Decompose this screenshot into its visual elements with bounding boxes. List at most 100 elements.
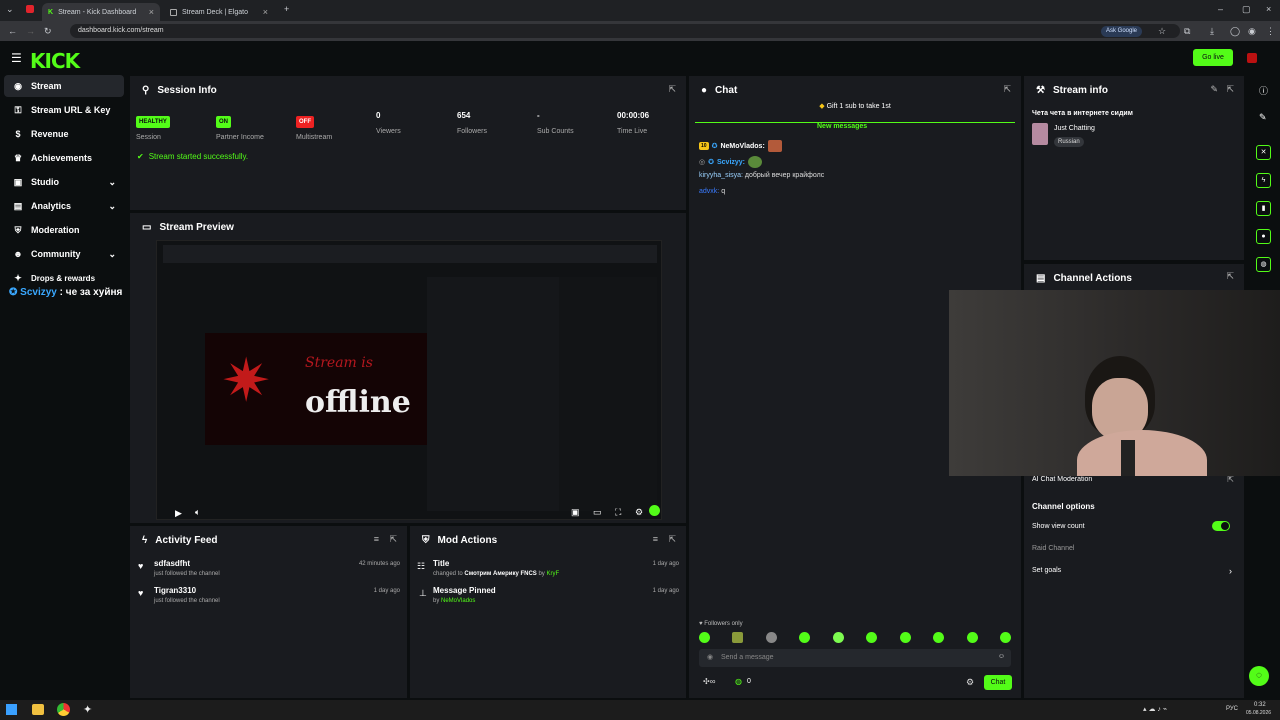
popout-icon[interactable]: ⇱ (668, 84, 676, 95)
tool-broadcast-icon[interactable]: ◍ (1256, 257, 1271, 272)
downloads-icon[interactable]: ⤓ (1210, 26, 1214, 37)
heart-icon: ♥ (138, 561, 144, 571)
tab-search-icon[interactable]: ⌄ (6, 4, 14, 15)
sidebar-item-stream[interactable]: ◉ Stream (4, 75, 124, 97)
popout-icon[interactable]: ⇱ (668, 534, 676, 545)
clock-date[interactable]: 05.08.2026 (1246, 710, 1271, 716)
category-label[interactable]: Just Chatting (1054, 125, 1095, 132)
tab-kick-dashboard[interactable]: K Stream - Kick Dashboard × (42, 3, 160, 21)
popout-icon[interactable]: ⇱ (1227, 475, 1234, 484)
stat-session: HEALTHY Session (136, 110, 170, 141)
emote-icon[interactable] (832, 632, 844, 643)
clock-time[interactable]: 0:32 (1254, 702, 1266, 708)
new-tab-icon[interactable]: + (284, 4, 289, 14)
sidebar-item-analytics[interactable]: ▤ Analytics ⌄ (4, 195, 124, 217)
edit-pencil-icon[interactable]: ✎ (1210, 84, 1218, 95)
raid-channel-button[interactable]: Raid Channel (1032, 545, 1074, 552)
bookmark-star-icon[interactable]: ☆ (1158, 26, 1166, 37)
gift-sub-banner[interactable]: ◆ Gift 1 sub to take 1st (689, 102, 1021, 110)
profile-icon[interactable]: ◯ (1230, 26, 1240, 37)
user-avatar[interactable] (1247, 53, 1257, 63)
address-bar[interactable]: dashboard.kick.com/stream (70, 24, 1180, 38)
hamburger-menu-icon[interactable]: ☰ (11, 51, 22, 65)
file-explorer-icon[interactable] (32, 704, 44, 715)
stat-partner-income: ON Partner Income (216, 110, 264, 141)
sidebar-item-drops-rewards[interactable]: ✦ Drops & rewards (4, 267, 124, 289)
show-view-count-toggle[interactable] (1212, 521, 1230, 531)
chat-input[interactable]: ◉ Send a message ☺ (699, 649, 1011, 667)
tool-document-icon[interactable]: ▮ (1256, 201, 1271, 216)
emote-icon[interactable] (966, 632, 978, 643)
account-icon[interactable]: ◉ (1248, 26, 1256, 37)
popout-icon[interactable]: ⇱ (1226, 84, 1234, 95)
popout-icon[interactable]: ⇱ (1226, 271, 1234, 282)
emote-icon[interactable] (999, 632, 1011, 643)
sidebar-item-revenue[interactable]: $ Revenue (4, 123, 124, 145)
tray-icons[interactable]: ▴ ☁ ♪ ⌁ (1143, 705, 1167, 713)
chat-send-button[interactable]: Chat (984, 675, 1012, 690)
tool-chat-icon[interactable]: ● (1256, 229, 1271, 244)
shield-icon: ⛨ (422, 535, 430, 546)
new-messages-label: New messages (809, 123, 876, 130)
play-icon[interactable]: ▶ (175, 508, 182, 519)
reload-icon[interactable]: ↻ (44, 26, 52, 37)
help-chat-icon[interactable]: ◌ (1249, 666, 1269, 686)
close-tab-icon[interactable]: × (263, 7, 268, 17)
elgato-favicon-icon (170, 8, 177, 16)
tool-lightning-icon[interactable]: ϟ (1256, 173, 1271, 188)
tool-shield-icon[interactable]: ✕ (1256, 145, 1271, 160)
ask-google-button[interactable]: Ask Google (1101, 26, 1143, 37)
emote-icon[interactable] (799, 632, 811, 643)
theater-icon[interactable]: ▭ (593, 507, 602, 518)
maximize-icon[interactable]: ▢ (1242, 4, 1251, 15)
volume-icon[interactable]: 🔈︎ (195, 507, 200, 518)
kick-star-logo-icon: ✷ (221, 347, 272, 414)
filter-icon[interactable]: ≡ (653, 534, 658, 544)
minimize-icon[interactable]: – (1218, 4, 1223, 14)
popout-icon[interactable]: ⇱ (389, 534, 397, 545)
language-indicator[interactable]: РУС (1226, 706, 1238, 712)
windows-start-icon[interactable] (6, 704, 17, 715)
close-tab-icon[interactable]: × (149, 7, 154, 17)
emoji-picker-icon[interactable]: ◉ (707, 653, 713, 661)
sidebar-item-stream-url-key[interactable]: ⚿ Stream URL & Key (4, 99, 124, 121)
video-player[interactable]: ✷ Stream is offline ▶ 🔈︎ ▣ ▭ ⛶ ⚙ (156, 240, 662, 520)
extensions-icon[interactable]: ⧉ (1184, 26, 1190, 37)
pip-icon[interactable]: ▣ (571, 507, 580, 518)
fullscreen-icon[interactable]: ⛶ (615, 507, 621, 518)
app-icon[interactable]: ✦ (83, 703, 92, 716)
menu-dots-icon[interactable]: ⋮ (1266, 26, 1275, 37)
live-indicator-icon (649, 505, 660, 516)
sidebar-item-moderation[interactable]: ⛨ Moderation (4, 219, 124, 241)
chat-settings-icon[interactable]: ⚙ (966, 677, 974, 688)
go-live-button[interactable]: Go live (1193, 49, 1233, 66)
info-icon[interactable]: ⓘ (1259, 84, 1268, 97)
chat-users-icon[interactable]: ✣∞ (703, 677, 715, 686)
close-window-icon[interactable]: × (1266, 4, 1271, 14)
emote-icon[interactable] (933, 632, 945, 643)
emote-icon[interactable] (765, 632, 777, 643)
emote-icon[interactable] (732, 632, 744, 643)
kick-logo[interactable]: KICK (30, 49, 80, 73)
stream-info-panel: ⚒ Stream info ✎ ⇱ Чета чета в интернете … (1024, 76, 1244, 260)
edit-pencil-icon[interactable]: ✎ (1259, 112, 1267, 123)
emote-icon[interactable] (899, 632, 911, 643)
settings-gear-icon[interactable]: ⚙ (635, 507, 643, 518)
filter-icon[interactable]: ≡ (374, 534, 379, 544)
channel-options-title: Channel options (1032, 502, 1095, 511)
emote-menu-icon[interactable]: ☺ (998, 653, 1005, 660)
back-icon[interactable]: ← (8, 26, 17, 36)
sidebar-item-community[interactable]: ☻ Community ⌄ (4, 243, 124, 265)
youtube-icon[interactable] (26, 5, 34, 13)
language-tag: Russian (1054, 137, 1084, 147)
forward-icon[interactable]: → (26, 26, 35, 36)
chrome-icon[interactable] (57, 703, 70, 716)
sidebar-item-studio[interactable]: ▣ Studio ⌄ (4, 171, 124, 193)
set-goals-button[interactable]: Set goals (1032, 567, 1061, 574)
emote-icon[interactable] (866, 632, 878, 643)
emote-icon[interactable] (699, 632, 710, 643)
sidebar-item-achievements[interactable]: ♛ Achievements (4, 147, 124, 169)
popout-icon[interactable]: ⇱ (1003, 84, 1011, 95)
tab-stream-deck[interactable]: Stream Deck | Elgato × (164, 3, 274, 21)
key-icon: ⚿ (14, 104, 22, 115)
